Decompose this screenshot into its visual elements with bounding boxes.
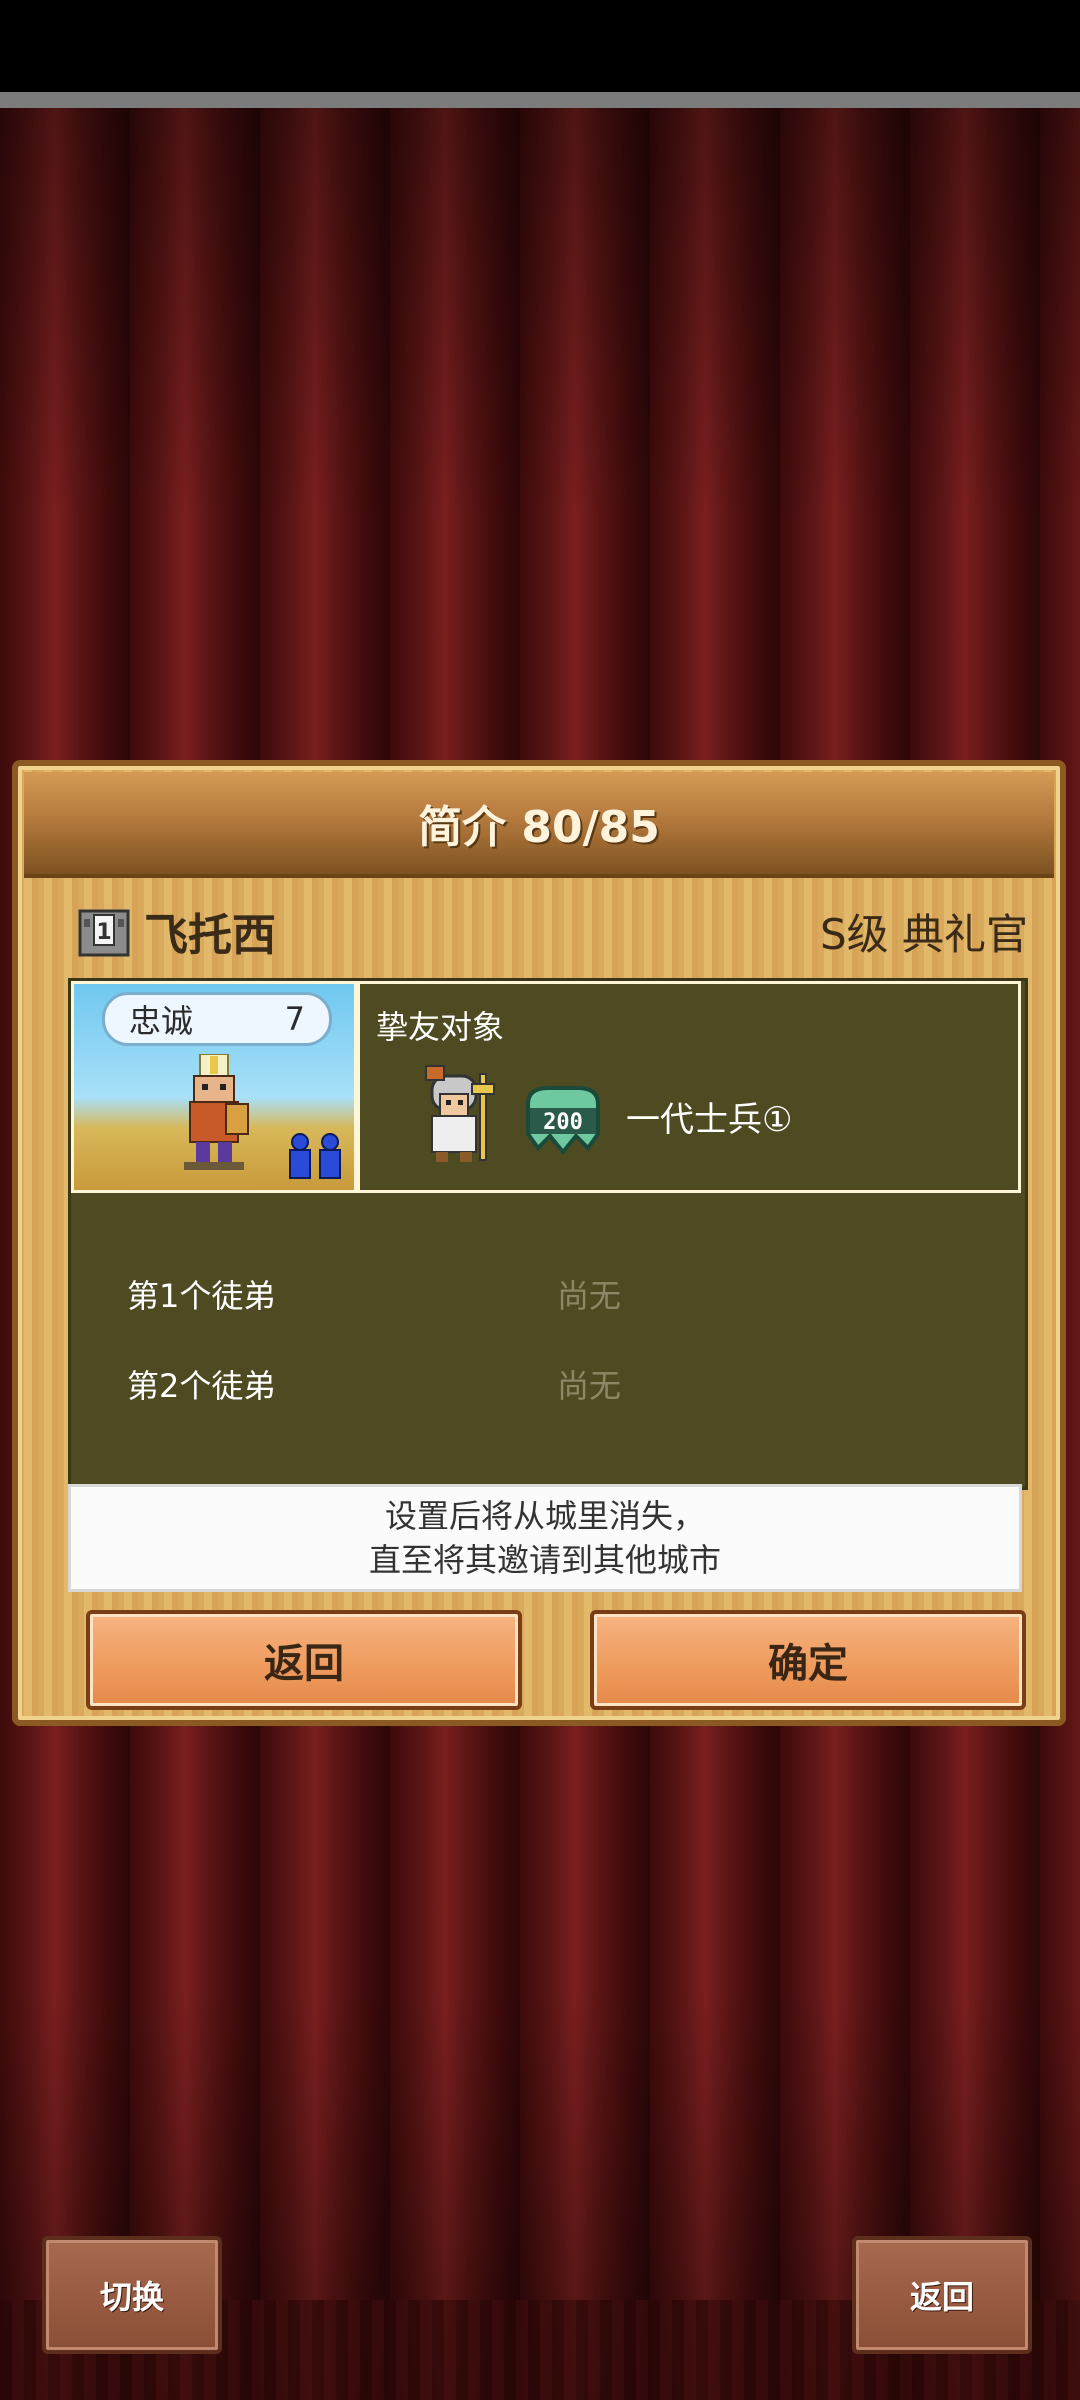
apprentice-1-value: 尚无 (557, 1277, 622, 1315)
dialog-header: 简介 80/85 (24, 772, 1054, 878)
loyalty-badge: 忠诚 7 (102, 992, 332, 1046)
population-icon (289, 1133, 341, 1179)
building-level-icon: 1 (78, 905, 130, 957)
loyalty-value: 7 (284, 1000, 305, 1038)
status-bar (0, 0, 1080, 92)
loyalty-label: 忠诚 (129, 1002, 194, 1040)
confirm-button-label: 确定 (768, 1641, 848, 1687)
notice-line-2: 直至将其邀请到其他城市 (368, 1541, 721, 1579)
apprentice-1-label: 第1个徒弟 (127, 1277, 276, 1315)
svg-text:200: 200 (543, 1110, 583, 1135)
character-rank: S级 典礼官 (819, 909, 1028, 959)
character-name: 飞托西 (144, 910, 276, 961)
back-button-label: 返回 (264, 1641, 344, 1687)
notice-box: 设置后将从城里消失， 直至将其邀请到其他城市 (68, 1484, 1022, 1592)
friendship-badge-icon: 200 (526, 1086, 600, 1156)
best-friend-title: 挚友对象 (376, 1008, 505, 1046)
best-friend-name: 一代士兵① (626, 1100, 793, 1140)
soldier-sprite-icon (425, 1065, 495, 1162)
notice-line-1: 设置后将从城里消失， (384, 1497, 705, 1535)
status-divider (0, 92, 1080, 108)
apprentice-2-label: 第2个徒弟 (127, 1367, 276, 1405)
character-row: 1 飞托西 S级 典礼官 (78, 896, 1028, 966)
back-button[interactable]: 返回 (86, 1610, 522, 1710)
svg-text:1: 1 (96, 920, 111, 945)
bottom-back-button[interactable]: 返回 (852, 2236, 1032, 2354)
bottom-back-button-label: 返回 (909, 2278, 974, 2316)
character-portrait: 忠诚 7 (71, 981, 357, 1193)
best-friend-panel: 挚友对象 200 一代士兵① (357, 981, 1021, 1193)
confirm-button[interactable]: 确定 (590, 1610, 1026, 1710)
dialog-title: 简介 80/85 (418, 802, 660, 853)
switch-button[interactable]: 切换 (42, 2236, 222, 2354)
profile-dialog: 简介 80/85 1 飞托西 S级 典礼官 忠诚 7 挚友对象 200 一代士兵… (12, 760, 1066, 1726)
character-card: 忠诚 7 挚友对象 200 一代士兵① 第1个徒弟 尚无 第2个徒弟 尚无 (68, 978, 1028, 1490)
apprentice-2-value: 尚无 (557, 1367, 622, 1405)
switch-button-label: 切换 (99, 2278, 164, 2316)
character-sprite-icon (184, 1054, 249, 1170)
